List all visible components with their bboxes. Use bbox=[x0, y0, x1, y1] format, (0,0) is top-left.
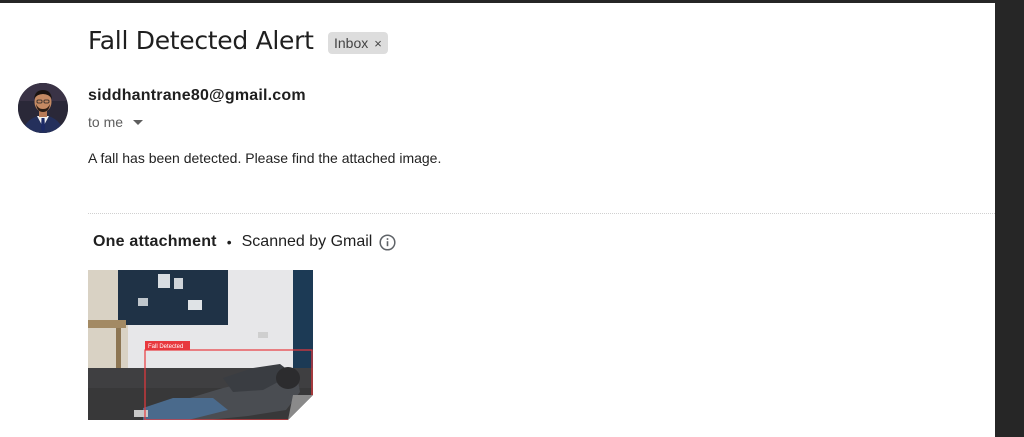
avatar-photo bbox=[18, 83, 68, 133]
attachment-separator: • bbox=[226, 234, 232, 250]
detection-label: Fall Detected bbox=[148, 344, 183, 350]
email-body: A fall has been detected. Please find th… bbox=[88, 150, 442, 166]
scan-status: Scanned by Gmail bbox=[241, 233, 373, 250]
sender-avatar[interactable] bbox=[18, 83, 68, 133]
recipient-line[interactable]: to me bbox=[88, 114, 144, 130]
attachment-header: One attachment • Scanned by Gmail bbox=[93, 233, 396, 251]
attachment-divider bbox=[88, 213, 995, 214]
email-subject: Fall Detected Alert bbox=[88, 26, 314, 55]
window-right-bar bbox=[995, 0, 1024, 437]
attachment-count: One attachment bbox=[93, 233, 217, 250]
recipient-details-chevron-down-icon[interactable] bbox=[133, 119, 144, 125]
remove-label-icon[interactable]: × bbox=[374, 36, 382, 51]
label-text: Inbox bbox=[334, 35, 369, 51]
recipient-text: to me bbox=[88, 114, 124, 130]
sender-email[interactable]: siddhantrane80@gmail.com bbox=[88, 87, 306, 105]
inbox-label-chip[interactable]: Inbox × bbox=[328, 32, 388, 54]
attachment-thumbnail[interactable]: Fall Detected bbox=[88, 270, 313, 420]
info-icon[interactable] bbox=[379, 233, 396, 251]
attachment-image: Fall Detected bbox=[88, 270, 313, 420]
